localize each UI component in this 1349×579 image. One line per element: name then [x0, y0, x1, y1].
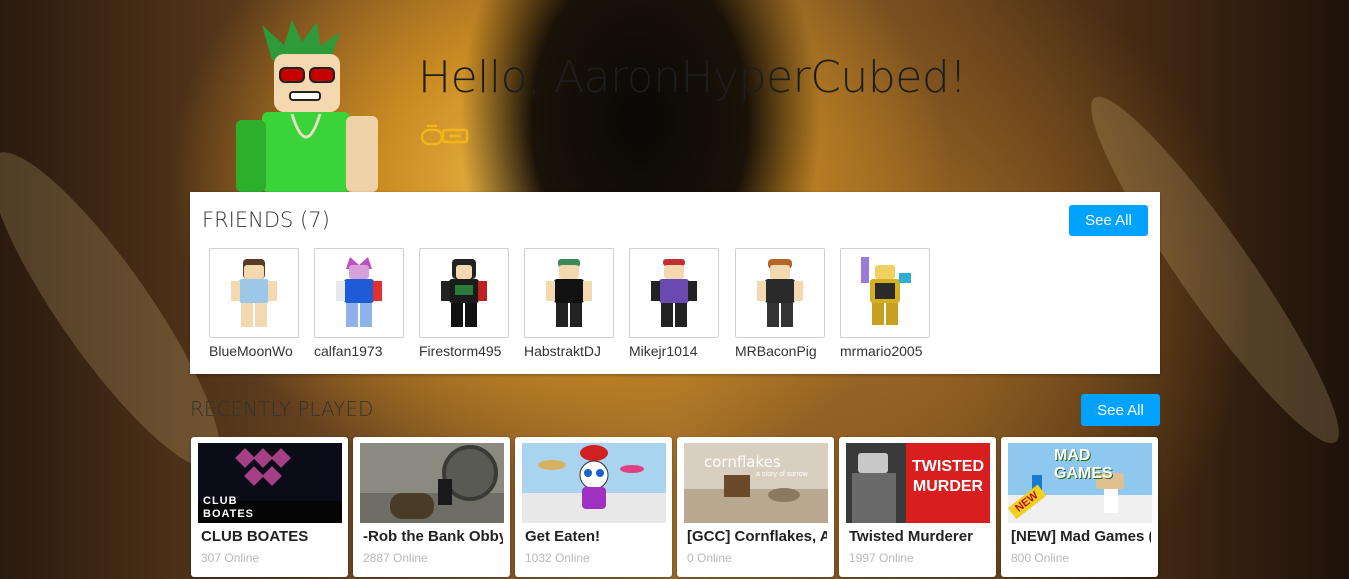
friend-name[interactable]: mrmario2005 — [840, 343, 932, 359]
friend-item[interactable]: calfan1973 — [314, 248, 406, 359]
game-thumbnail-subtext: a story of sorrow — [756, 471, 808, 478]
friend-avatar-figure — [651, 259, 697, 327]
game-thumbnail[interactable]: cornflakes a story of sorrow — [684, 443, 828, 523]
game-thumbnail[interactable]: CLUB BOATES — [198, 443, 342, 523]
game-thumbnail-text: CLUB BOATES — [203, 495, 255, 520]
greeting-heading: Hello, AaronHyperCubed! — [418, 52, 967, 103]
game-thumbnail-art — [360, 443, 504, 523]
game-thumbnail[interactable]: TWISTED MURDER — [846, 443, 990, 523]
friend-item[interactable]: mrmario2005 — [840, 248, 932, 359]
game-thumbnail[interactable] — [360, 443, 504, 523]
friend-avatar-figure — [441, 259, 487, 327]
user-avatar[interactable] — [222, 20, 382, 192]
builders-club-icon[interactable] — [421, 124, 469, 146]
game-name[interactable]: Get Eaten! — [525, 528, 665, 545]
friend-avatar[interactable] — [314, 248, 404, 338]
friend-avatar[interactable] — [629, 248, 719, 338]
friend-avatar-figure — [757, 259, 803, 327]
friend-avatar[interactable] — [735, 248, 825, 338]
friend-avatar[interactable] — [524, 248, 614, 338]
game-card[interactable]: -Rob the Bank Obby 2887 Online — [353, 437, 510, 577]
friends-panel: FRIENDS (7) See All BlueMoonWo calfan197… — [190, 192, 1160, 374]
game-card[interactable]: CLUB BOATES CLUB BOATES 307 Online — [191, 437, 348, 577]
game-online-count: 0 Online — [687, 551, 732, 565]
game-thumbnail-text: TWISTED MURDER — [912, 458, 984, 495]
friend-name[interactable]: calfan1973 — [314, 343, 406, 359]
game-online-count: 1032 Online — [525, 551, 590, 565]
friend-name[interactable]: Firestorm495 — [419, 343, 511, 359]
friend-avatar-figure — [336, 257, 382, 327]
game-name[interactable]: Twisted Murderer — [849, 528, 989, 545]
game-thumbnail-text: cornflakes — [704, 453, 781, 471]
recently-played-title: RECENTLY PLAYED — [190, 397, 374, 421]
game-card[interactable]: Get Eaten! 1032 Online — [515, 437, 672, 577]
friend-name[interactable]: BlueMoonWo — [209, 343, 301, 359]
game-thumbnail[interactable]: MAD GAMES NEW — [1008, 443, 1152, 523]
game-name[interactable]: [GCC] Cornflakes, A — [687, 528, 827, 545]
game-name[interactable]: [NEW] Mad Games ( — [1011, 528, 1151, 545]
friend-item[interactable]: Firestorm495 — [419, 248, 511, 359]
friend-avatar[interactable] — [840, 248, 930, 338]
friend-name[interactable]: Mikejr1014 — [629, 343, 721, 359]
game-thumbnail-text: MAD GAMES — [1054, 447, 1113, 482]
game-card[interactable]: TWISTED MURDER Twisted Murderer 1997 Onl… — [839, 437, 996, 577]
game-online-count: 1997 Online — [849, 551, 914, 565]
friend-item[interactable]: Mikejr1014 — [629, 248, 721, 359]
friend-avatar-figure — [231, 259, 277, 327]
friend-avatar-figure — [546, 259, 592, 327]
friend-avatar[interactable] — [209, 248, 299, 338]
friend-name[interactable]: HabstraktDJ — [524, 343, 616, 359]
friends-see-all-button[interactable]: See All — [1069, 205, 1148, 236]
friend-name[interactable]: MRBaconPig — [735, 343, 827, 359]
friend-item[interactable]: BlueMoonWo — [209, 248, 301, 359]
game-thumbnail-art — [522, 443, 666, 523]
friend-avatar[interactable] — [419, 248, 509, 338]
game-card[interactable]: MAD GAMES NEW [NEW] Mad Games ( 800 Onli… — [1001, 437, 1158, 577]
game-name[interactable]: -Rob the Bank Obby — [363, 528, 503, 545]
friends-title: FRIENDS (7) — [202, 208, 330, 232]
game-online-count: 2887 Online — [363, 551, 428, 565]
friend-avatar-figure — [861, 257, 911, 325]
game-name[interactable]: CLUB BOATES — [201, 528, 341, 545]
game-thumbnail[interactable] — [522, 443, 666, 523]
game-card[interactable]: cornflakes a story of sorrow [GCC] Cornf… — [677, 437, 834, 577]
recently-played-see-all-button[interactable]: See All — [1081, 394, 1160, 426]
friend-item[interactable]: HabstraktDJ — [524, 248, 616, 359]
friend-item[interactable]: MRBaconPig — [735, 248, 827, 359]
game-online-count: 800 Online — [1011, 551, 1070, 565]
game-online-count: 307 Online — [201, 551, 260, 565]
